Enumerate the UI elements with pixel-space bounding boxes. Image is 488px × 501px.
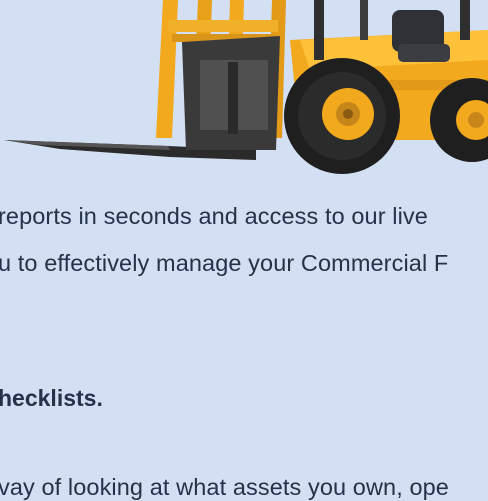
body-text-line-2: u to effectively manage your Commercial … bbox=[0, 250, 449, 276]
body-text-line-3: vay of looking at what assets you own, o… bbox=[0, 474, 449, 500]
forklift-icon bbox=[4, 0, 488, 174]
forklift-illustration bbox=[4, 0, 488, 174]
section-heading: hecklists. bbox=[0, 385, 103, 411]
body-text-line-1: reports in seconds and access to our liv… bbox=[0, 203, 428, 229]
